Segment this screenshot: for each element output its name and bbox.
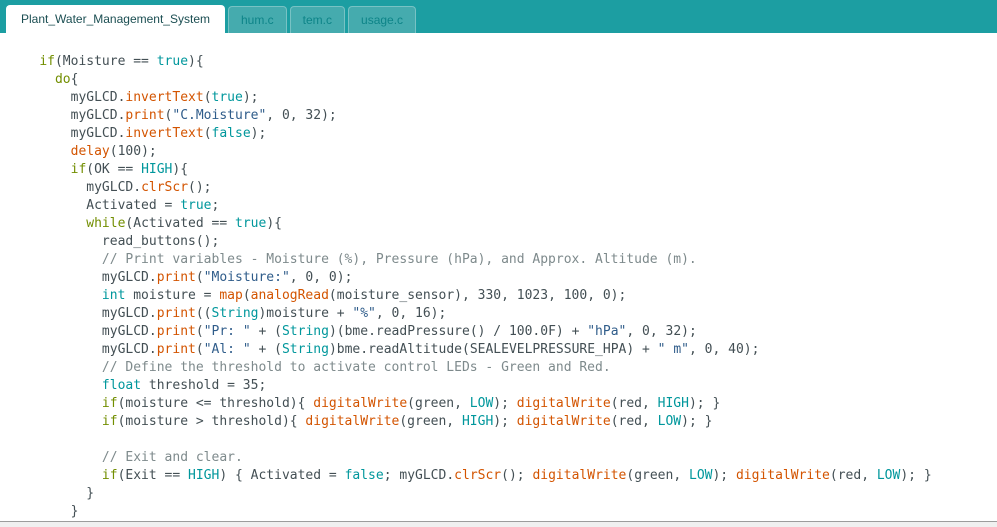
horizontal-scrollbar[interactable]: [0, 521, 997, 527]
code-line: // Print variables - Moisture (%), Press…: [101, 252, 697, 267]
code-line: float threshold = 35;: [101, 378, 267, 393]
tab-tem.c[interactable]: tem.c: [289, 6, 346, 33]
code-line: myGLCD.print("Moisture:", 0, 0);: [8, 270, 353, 285]
code-line: // Define the threshold to activate cont…: [101, 360, 611, 375]
tab-Plant_Water_Management_System[interactable]: Plant_Water_Management_System: [6, 5, 225, 33]
code-line: if(Moisture == true){: [39, 54, 204, 69]
tab-usage.c[interactable]: usage.c: [348, 6, 417, 33]
code-line: if(OK == HIGH){: [70, 162, 189, 177]
code-line: }: [8, 504, 79, 519]
code-line: delay(100);: [70, 144, 157, 159]
tab-label: usage.c: [361, 13, 404, 27]
tab-label: Plant_Water_Management_System: [21, 12, 210, 26]
code-line: myGLCD.print("Pr: " + (String)(bme.readP…: [8, 324, 697, 339]
tab-bar: Plant_Water_Management_System hum.c tem.c u…: [0, 0, 997, 33]
tab-label: hum.c: [240, 13, 274, 27]
code-line: myGLCD.print("C.Moisture", 0, 32);: [8, 108, 337, 123]
code-line: myGLCD.print("Al: " + (String)bme.readAl…: [8, 342, 760, 357]
code-line: if(moisture > threshold){ digitalWrite(g…: [101, 414, 713, 429]
code-line: myGLCD.clrScr();: [8, 180, 212, 195]
code-line: myGLCD.print((String)moisture + "%", 0, …: [8, 306, 447, 321]
tab-label: tem.c: [302, 13, 333, 27]
code-editor[interactable]: if(Moisture == true){ do{ myGLCD.invertT…: [0, 33, 997, 521]
code-line: read_buttons();: [8, 234, 220, 249]
code-line: int moisture = map(analogRead(moisture_s…: [101, 288, 627, 303]
code-line: }: [8, 486, 95, 501]
code-line: if(Exit == HIGH) { Activated = false; my…: [101, 468, 932, 483]
code-line: // Exit and clear.: [101, 450, 243, 465]
code-line: myGLCD.invertText(true);: [8, 90, 259, 105]
code-line: while(Activated == true){: [86, 216, 282, 231]
code-line: if(moisture <= threshold){ digitalWrite(…: [101, 396, 721, 411]
tab-hum.c[interactable]: hum.c: [227, 6, 287, 33]
code-line: myGLCD.invertText(false);: [8, 126, 267, 141]
code-line: do{: [54, 72, 79, 87]
code-line: Activated = true;: [8, 198, 220, 213]
